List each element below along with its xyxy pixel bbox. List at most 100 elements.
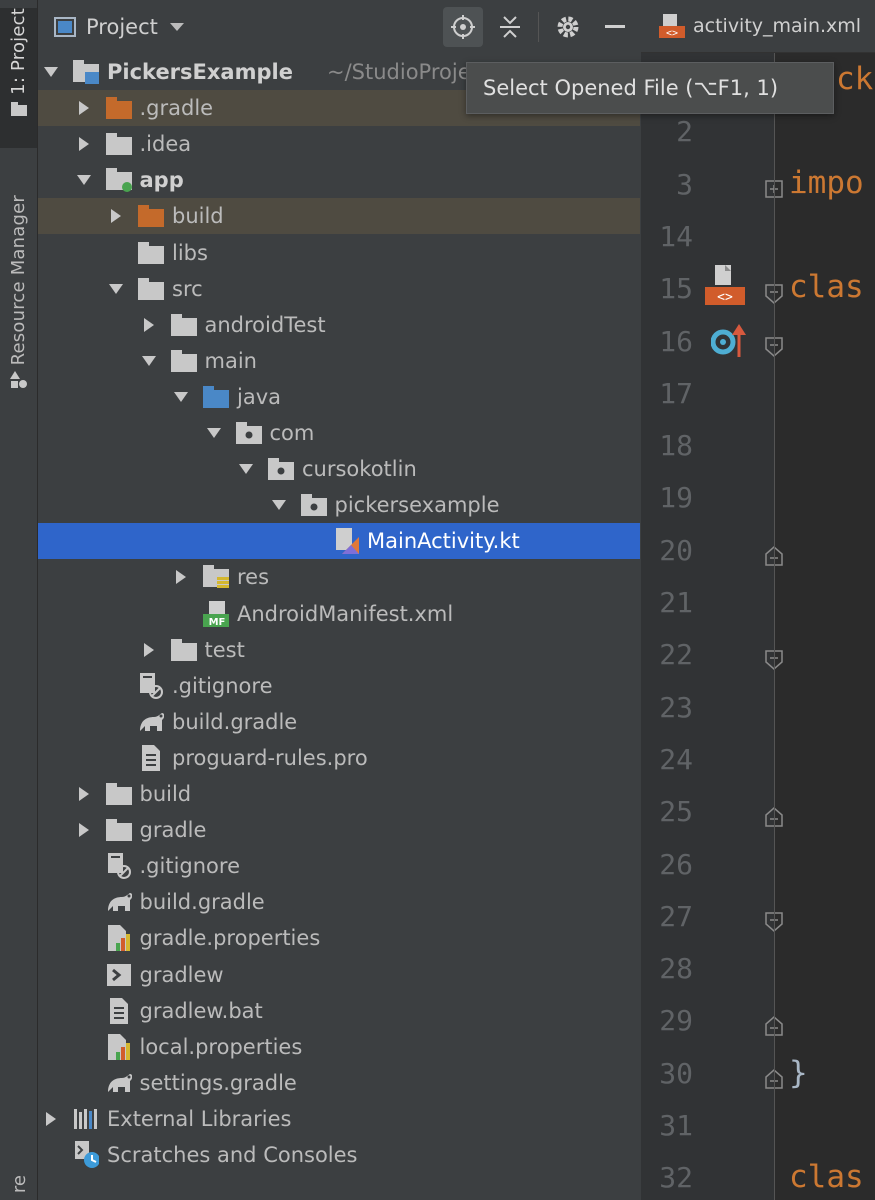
chevron-right-icon[interactable] xyxy=(141,632,157,668)
folder-icon xyxy=(170,348,197,374)
tree-row-pickersexample[interactable]: pickersexample xyxy=(38,487,640,523)
tree-row-src[interactable]: src xyxy=(38,271,640,307)
folder-icon xyxy=(138,276,164,302)
tree-row-main[interactable]: main xyxy=(38,343,640,379)
tree-row-mainactivity-kt[interactable]: MainActivity.kt xyxy=(38,523,640,560)
tree-row-gradlew-bat[interactable]: gradlew.bat xyxy=(38,993,640,1029)
collapse-all-button[interactable] xyxy=(490,7,530,47)
folder-icon xyxy=(105,131,132,157)
tab-project[interactable]: 1: Project xyxy=(0,8,37,148)
tree-row-idea[interactable]: .idea xyxy=(38,126,640,162)
code-line-1: ck xyxy=(836,61,874,97)
select-opened-file-tooltip: Select Opened File (⌥F1, 1) xyxy=(466,62,834,114)
chevron-down-icon[interactable] xyxy=(108,271,124,307)
tree-row-settings-gradle[interactable]: settings.gradle xyxy=(38,1065,640,1101)
layout-xml-icon: <> xyxy=(659,14,685,38)
tree-row-build[interactable]: build xyxy=(38,776,640,812)
folder-icon xyxy=(138,240,164,266)
tree-row-cursokotlin[interactable]: cursokotlin xyxy=(38,451,640,487)
line-number: 18 xyxy=(659,429,693,463)
tree-row-local-properties[interactable]: local.properties xyxy=(38,1029,640,1065)
bottom-tab-fragment[interactable]: re xyxy=(0,1175,37,1200)
tree-item-label: pickersexample xyxy=(334,493,500,518)
tab-resource-manager[interactable]: Resource Manager xyxy=(0,195,37,420)
tree-row-scratches-and-consoles[interactable]: Scratches and Consoles xyxy=(38,1137,640,1173)
package-icon xyxy=(235,420,262,446)
properties-icon xyxy=(106,925,132,952)
chevron-down-icon[interactable] xyxy=(43,54,59,90)
tree-row-androidmanifest-xml[interactable]: MF AndroidManifest.xml xyxy=(38,596,640,632)
tree-row-gradle-properties[interactable]: gradle.properties xyxy=(38,920,640,956)
tree-row-gradle[interactable]: gradle xyxy=(38,812,640,848)
properties-icon xyxy=(106,1033,132,1060)
tree-row-gradlew[interactable]: gradlew xyxy=(38,957,640,993)
code-line-3: impo xyxy=(789,165,864,201)
chevron-right-icon[interactable] xyxy=(76,126,92,162)
tree-row-build[interactable]: build xyxy=(38,198,640,235)
related-layout-icon[interactable]: <> xyxy=(703,265,745,309)
line-number: 16 xyxy=(659,324,693,358)
tree-row-test[interactable]: test xyxy=(38,632,640,668)
folder-orange-icon xyxy=(105,95,132,121)
tab-resource-manager-label: Resource Manager xyxy=(8,195,29,366)
tree-row-build-gradle[interactable]: build.gradle xyxy=(38,884,640,920)
tree-row-build-gradle[interactable]: build.gradle xyxy=(38,704,640,740)
tree-item-label: gradle.properties xyxy=(139,926,321,951)
chevron-down-icon[interactable] xyxy=(76,162,92,198)
bottom-tab-fragment-label: re xyxy=(9,1175,30,1194)
line-number: 19 xyxy=(659,481,693,515)
line-number: 30 xyxy=(659,1056,693,1090)
code-line-30: } xyxy=(789,1055,808,1091)
chevron-right-icon[interactable] xyxy=(108,198,124,234)
manifest-icon: MF xyxy=(203,600,229,627)
tree-item-label: main xyxy=(204,348,257,373)
line-number: 24 xyxy=(659,742,693,776)
tree-row-androidtest[interactable]: androidTest xyxy=(38,307,640,343)
chevron-down-icon[interactable] xyxy=(238,451,254,487)
chevron-right-icon[interactable] xyxy=(43,1101,59,1137)
chevron-right-icon[interactable] xyxy=(76,812,92,848)
tree-item-label: build.gradle xyxy=(139,890,265,915)
tree-item-label: local.properties xyxy=(139,1034,303,1059)
tree-row-libs[interactable]: libs xyxy=(38,235,640,271)
tree-row-com[interactable]: com xyxy=(38,415,640,451)
tree-item-label: build.gradle xyxy=(172,709,298,734)
collapse-all-icon xyxy=(500,16,520,38)
tree-row-gitignore[interactable]: .gitignore xyxy=(38,668,640,704)
settings-button[interactable] xyxy=(548,7,588,47)
line-number: 14 xyxy=(659,219,693,253)
tree-row-app[interactable]: app xyxy=(38,162,640,198)
hide-panel-button[interactable] xyxy=(595,7,635,47)
code-editor[interactable]: 1231415161718192021222324252627282930313… xyxy=(641,53,875,1200)
tree-item-label: build xyxy=(172,204,224,229)
tree-row-java[interactable]: java xyxy=(38,379,640,415)
editor-tab-activity-main[interactable]: <> activity_main.xml xyxy=(641,0,875,52)
tree-row-external-libraries[interactable]: External Libraries xyxy=(38,1101,640,1137)
gradle-icon xyxy=(106,1070,132,1096)
tree-row-proguard-rules-pro[interactable]: proguard-rules.pro xyxy=(38,740,640,776)
chevron-right-icon[interactable] xyxy=(141,307,157,343)
tree-row-res[interactable]: res xyxy=(38,559,640,595)
chevron-down-icon[interactable] xyxy=(141,343,157,379)
select-opened-file-button[interactable] xyxy=(443,7,483,47)
line-number: 20 xyxy=(659,533,693,567)
tree-item-label: .gitignore xyxy=(139,854,241,879)
res-folder-icon xyxy=(203,564,229,590)
chevron-down-icon[interactable] xyxy=(206,415,222,451)
module-app-icon xyxy=(105,167,132,193)
project-view-selector[interactable]: Project xyxy=(86,15,158,39)
tree-item-label: MainActivity.kt xyxy=(367,529,520,554)
gutter-separator xyxy=(774,53,775,1200)
chevron-right-icon[interactable] xyxy=(76,776,92,812)
tree-item-label: PickersExample xyxy=(107,60,293,84)
chevron-down-icon[interactable] xyxy=(271,487,287,523)
project-view-icon xyxy=(54,17,76,37)
overrides-icon[interactable] xyxy=(710,323,747,361)
chevron-right-icon[interactable] xyxy=(173,559,189,595)
tree-item-label: External Libraries xyxy=(107,1106,292,1131)
chevron-down-icon[interactable] xyxy=(169,22,184,32)
tree-item-label: settings.gradle xyxy=(139,1070,297,1095)
chevron-down-icon[interactable] xyxy=(173,379,189,415)
chevron-right-icon[interactable] xyxy=(76,90,92,126)
tree-row-gitignore[interactable]: .gitignore xyxy=(38,848,640,884)
